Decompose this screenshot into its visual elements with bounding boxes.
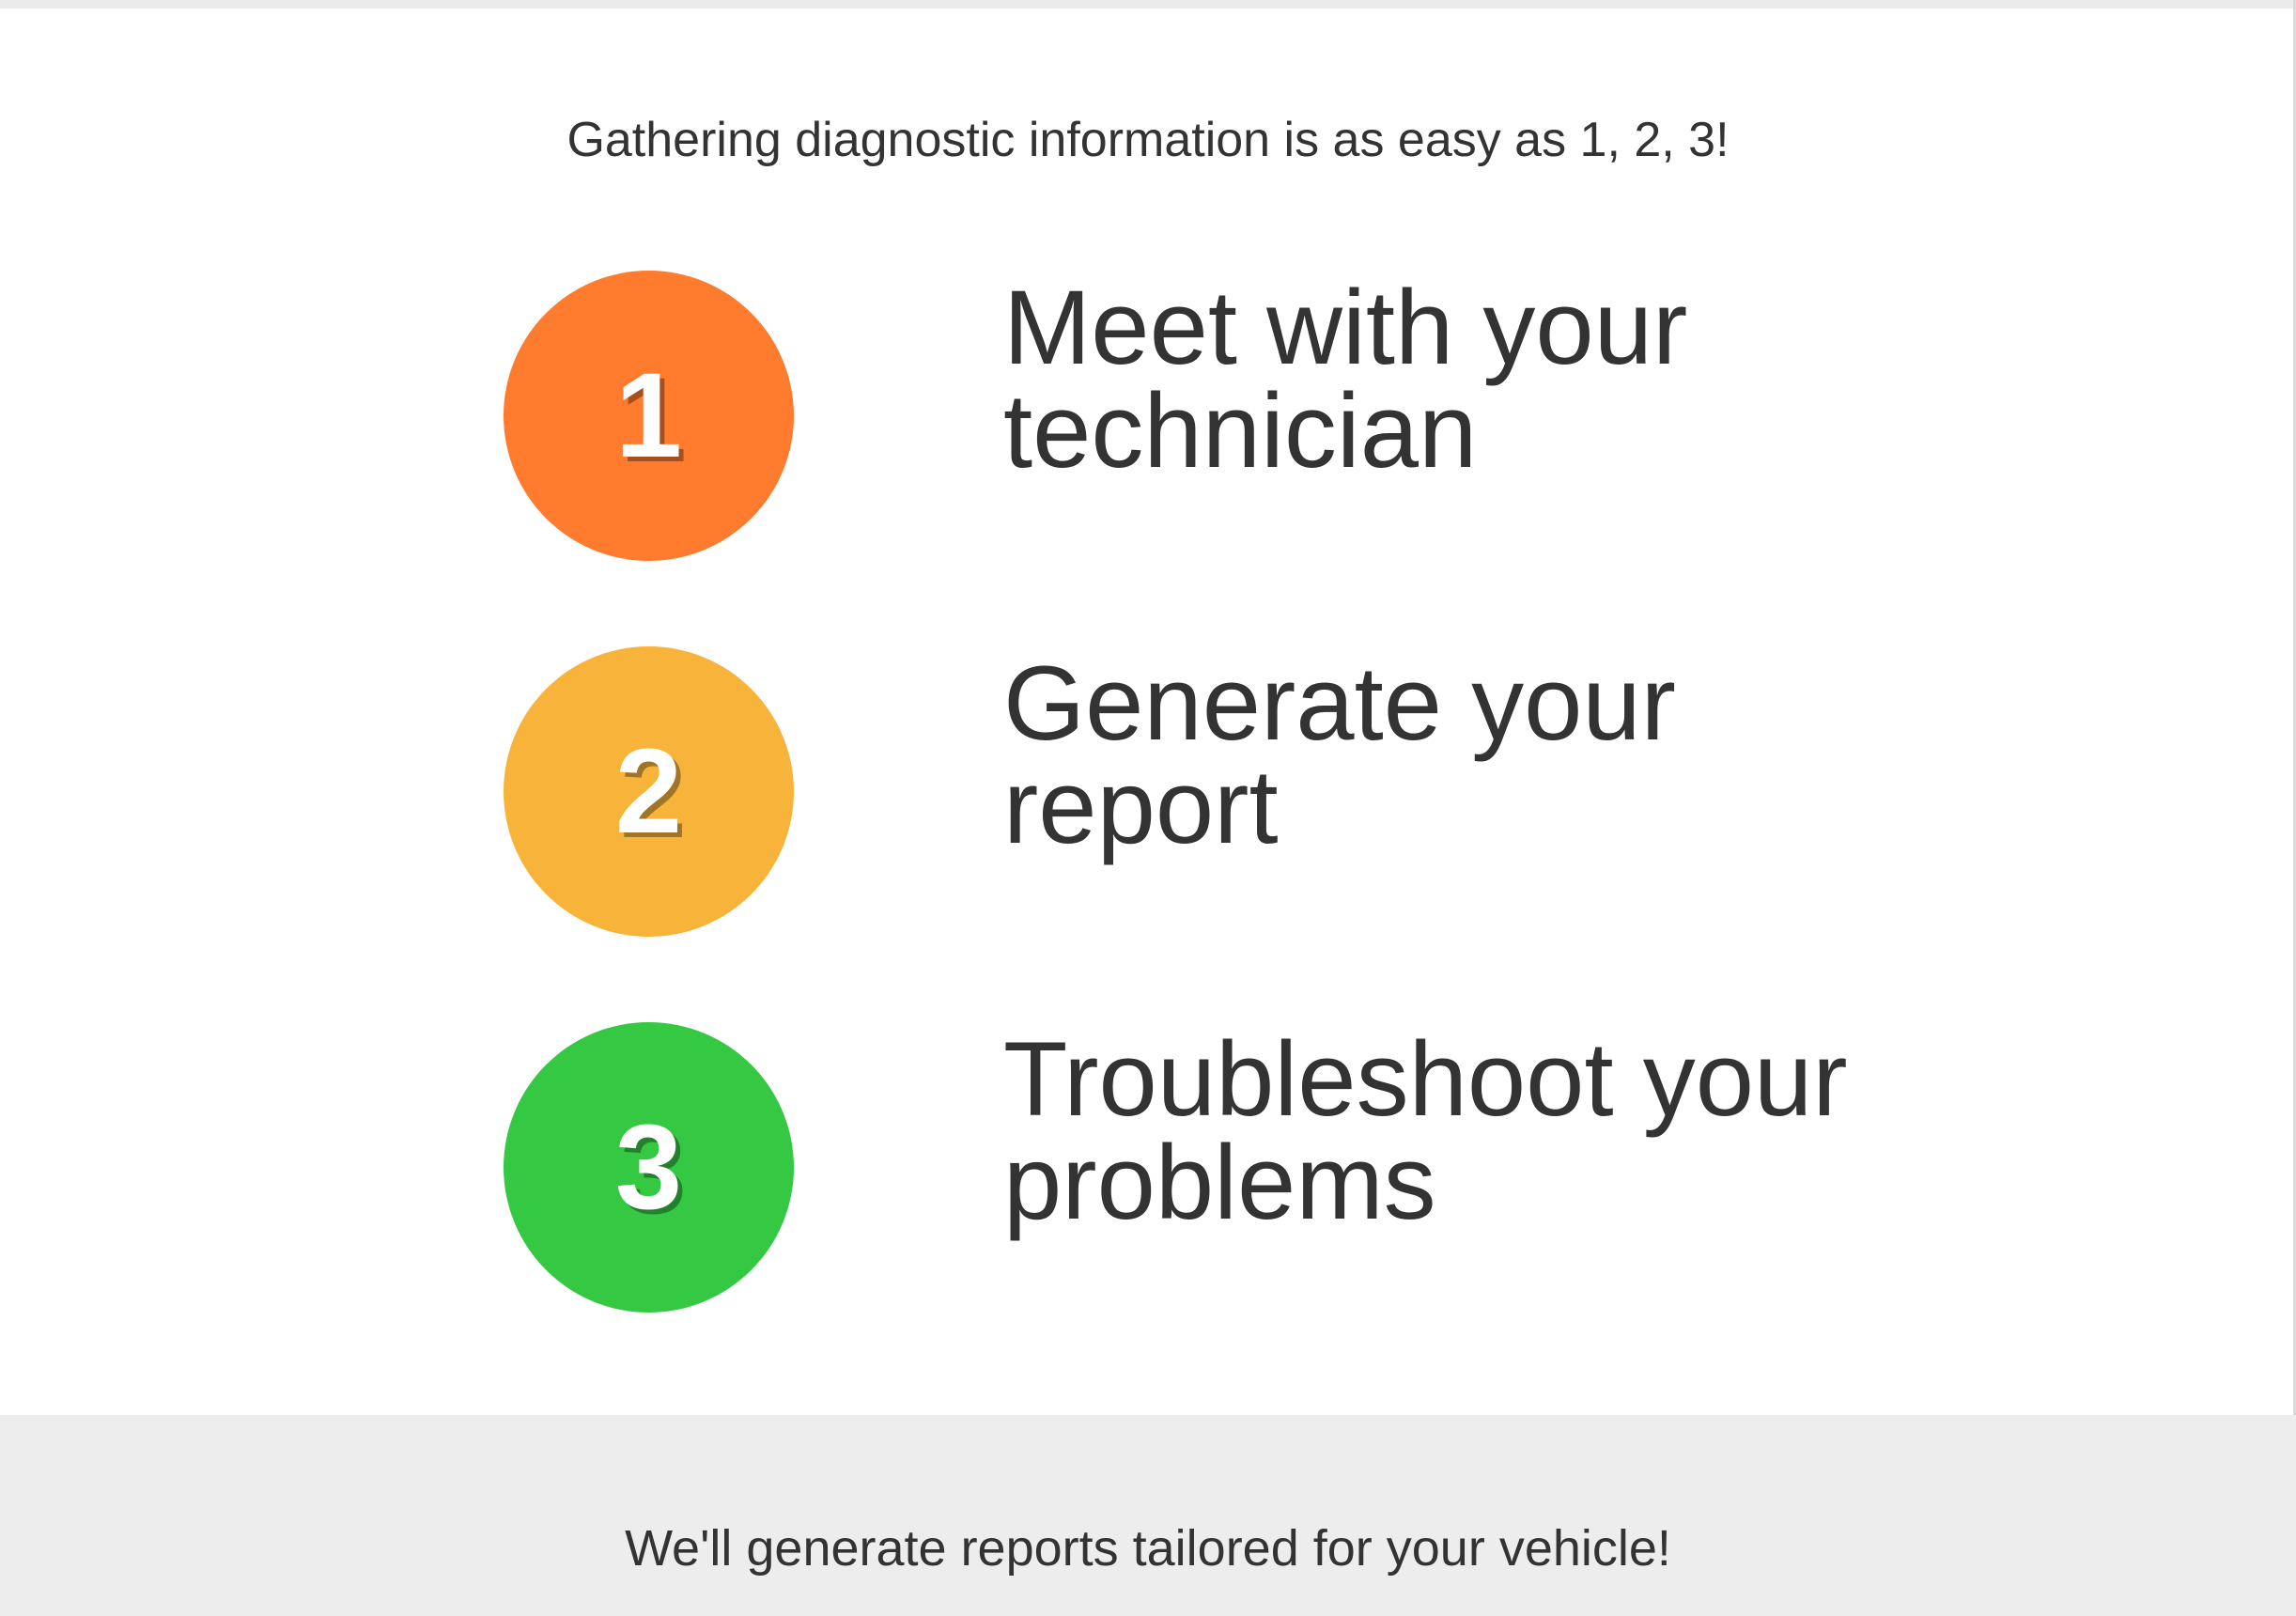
step-3: 3 Troubleshoot your problems <box>0 1022 2296 1313</box>
footer-band: We'll generate reports tailored for your… <box>0 1415 2296 1616</box>
footer-text: We'll generate reports tailored for your… <box>625 1520 1671 1577</box>
step-3-number: 3 <box>614 1099 683 1235</box>
step-3-circle: 3 <box>504 1022 794 1313</box>
step-2-label-line1: Generate your <box>1003 645 1676 762</box>
step-3-label: Troubleshoot your problems <box>1003 1020 2037 1241</box>
step-1-number: 1 <box>614 348 683 483</box>
top-strip <box>0 0 2296 8</box>
step-1-circle: 1 <box>504 271 794 561</box>
step-1-label-line1: Meet with your <box>1003 269 1688 386</box>
step-2-number: 2 <box>614 723 683 859</box>
step-1-label-line2: technician <box>1003 372 1478 489</box>
step-2-label: Generate your report <box>1003 645 2037 865</box>
step-3-label-line2: problems <box>1003 1124 1436 1241</box>
step-1-label: Meet with your technician <box>1003 269 2037 489</box>
step-2: 2 Generate your report <box>0 646 2296 938</box>
step-2-label-line2: report <box>1003 748 1279 865</box>
step-3-label-line1: Troubleshoot your <box>1003 1020 1848 1138</box>
step-1: 1 Meet with your technician <box>0 271 2296 562</box>
intro-text: Gathering diagnostic information is as e… <box>566 113 1730 167</box>
step-2-circle: 2 <box>504 646 794 937</box>
